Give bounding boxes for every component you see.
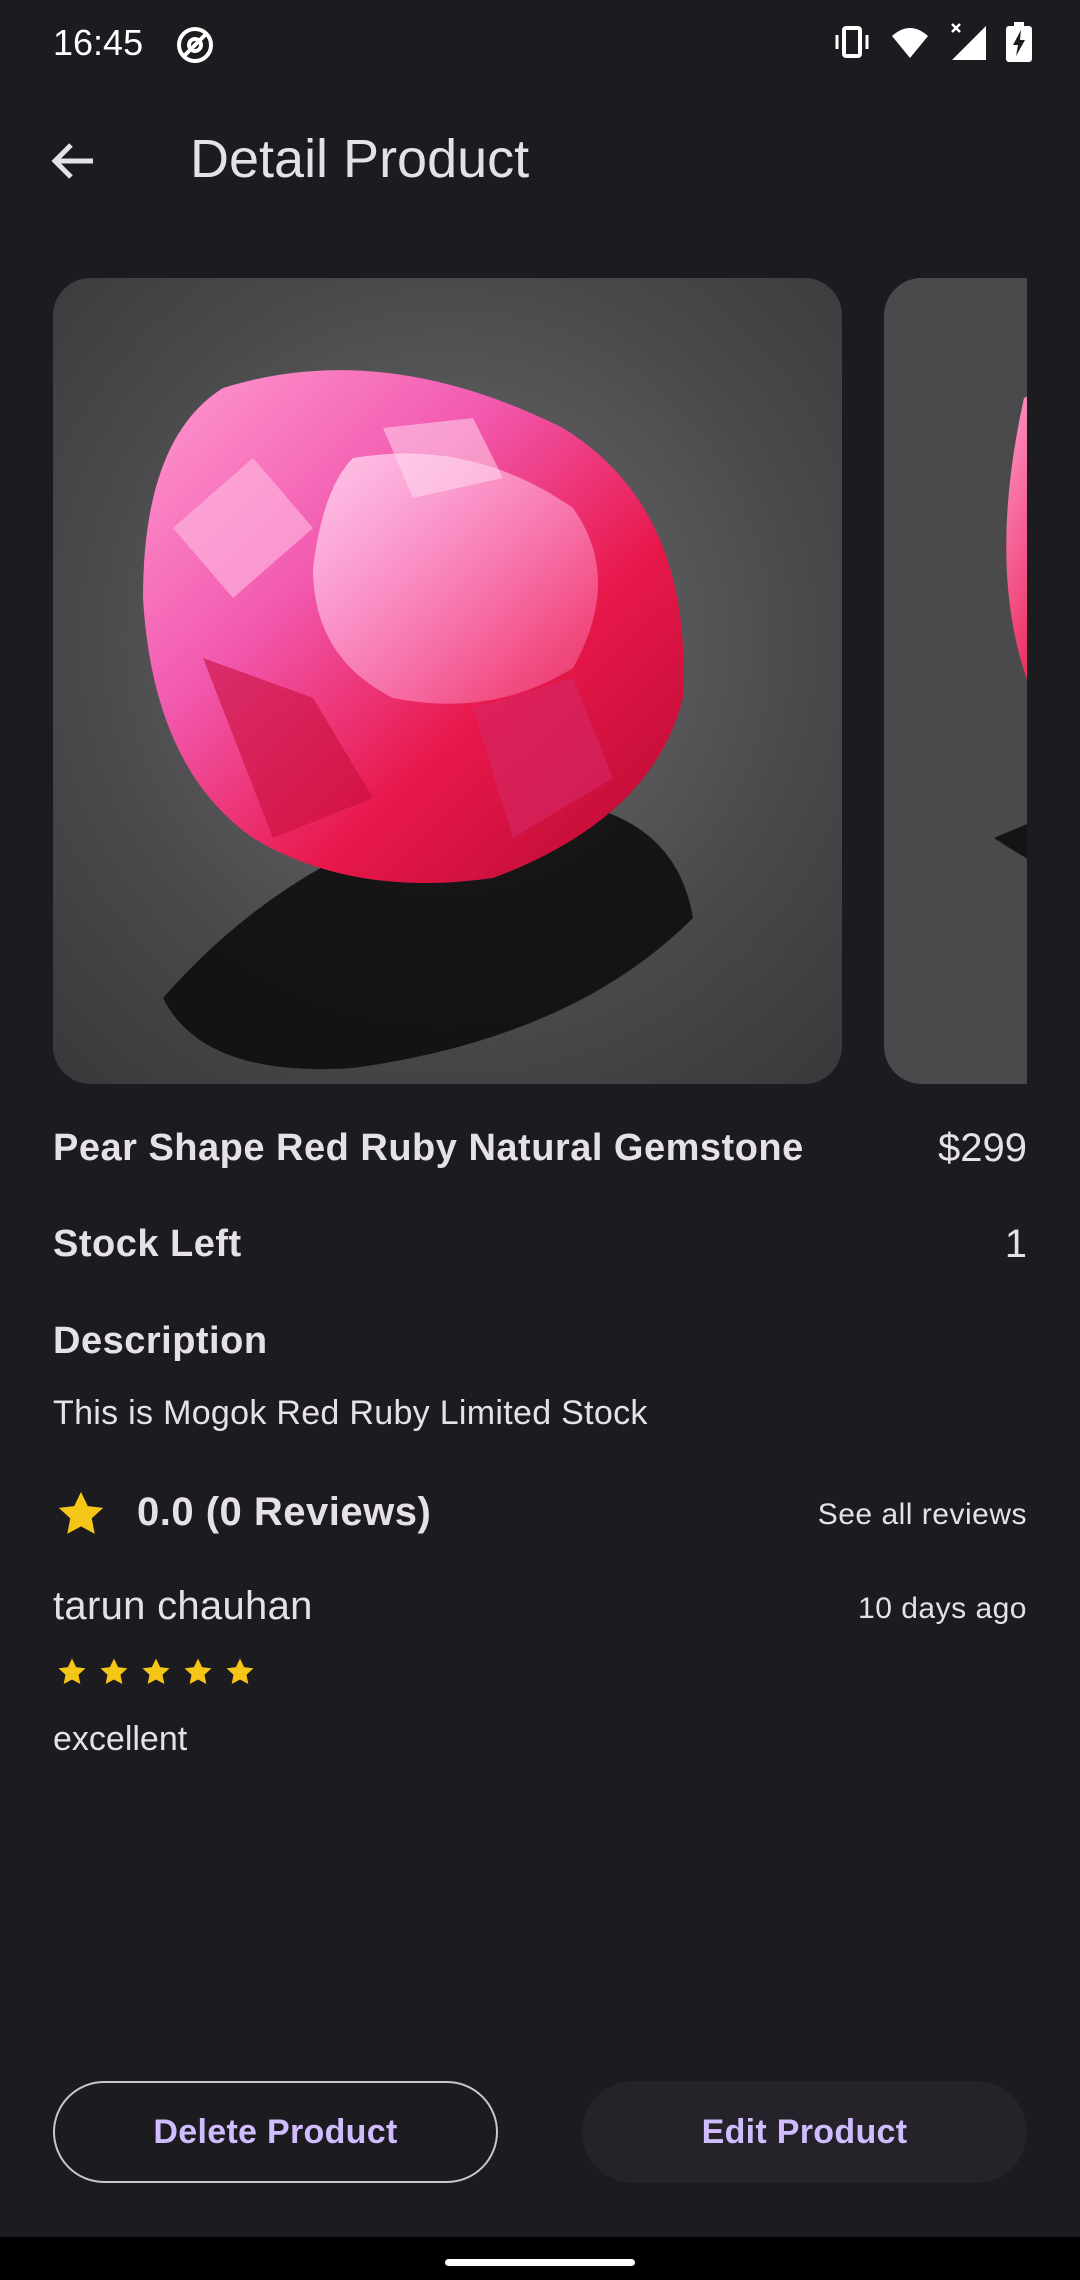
description-text: This is Mogok Red Ruby Limited Stock: [53, 1394, 648, 1432]
rating-summary: 0.0 (0 Reviews) See all reviews: [53, 1486, 1027, 1542]
stock-row: Stock Left 1: [53, 1222, 1027, 1267]
product-image-card[interactable]: [53, 278, 842, 1084]
review-author: tarun chauhan: [53, 1584, 313, 1628]
signal-icon: [948, 22, 988, 67]
description-heading: Description: [53, 1320, 268, 1362]
star-icon: [53, 1486, 109, 1547]
product-title-row: Pear Shape Red Ruby Natural Gemstone $29…: [53, 1126, 1027, 1171]
back-button[interactable]: [40, 130, 106, 196]
product-image-carousel[interactable]: [53, 278, 1027, 1084]
product-price: $299: [938, 1126, 1027, 1170]
star-icon: [181, 1655, 215, 1694]
home-indicator[interactable]: [445, 2259, 635, 2266]
app-bar: Detail Product: [0, 90, 1080, 230]
vibrate-icon: [832, 22, 872, 67]
star-icon: [139, 1655, 173, 1694]
arrow-left-icon: [49, 137, 97, 190]
see-all-reviews-link[interactable]: See all reviews: [818, 1498, 1027, 1532]
status-time: 16:45: [53, 22, 144, 63]
red-ruby-photo: [53, 278, 842, 1084]
delete-product-button[interactable]: Delete Product: [53, 2081, 498, 2183]
rating-text: 0.0 (0 Reviews): [137, 1490, 432, 1534]
product-name: Pear Shape Red Ruby Natural Gemstone: [53, 1127, 804, 1169]
red-ruby-photo: [884, 278, 1027, 1084]
product-image-card[interactable]: [884, 278, 1027, 1084]
status-bar: 16:45: [0, 0, 1080, 90]
stock-label: Stock Left: [53, 1223, 242, 1265]
star-icon: [223, 1655, 257, 1694]
edit-product-button[interactable]: Edit Product: [582, 2081, 1027, 2183]
stock-value: 1: [1004, 1222, 1027, 1266]
status-icons: [832, 22, 1032, 67]
system-nav-bar: [0, 2237, 1080, 2280]
review-text: excellent: [53, 1720, 188, 1758]
review-star-rating: [55, 1655, 257, 1694]
star-icon: [97, 1655, 131, 1694]
review-date: 10 days ago: [858, 1592, 1027, 1625]
at-sign-icon: [175, 25, 215, 70]
star-icon: [55, 1655, 89, 1694]
wifi-icon: [890, 22, 930, 67]
page-title: Detail Product: [190, 129, 530, 189]
battery-charging-icon: [1006, 22, 1032, 67]
